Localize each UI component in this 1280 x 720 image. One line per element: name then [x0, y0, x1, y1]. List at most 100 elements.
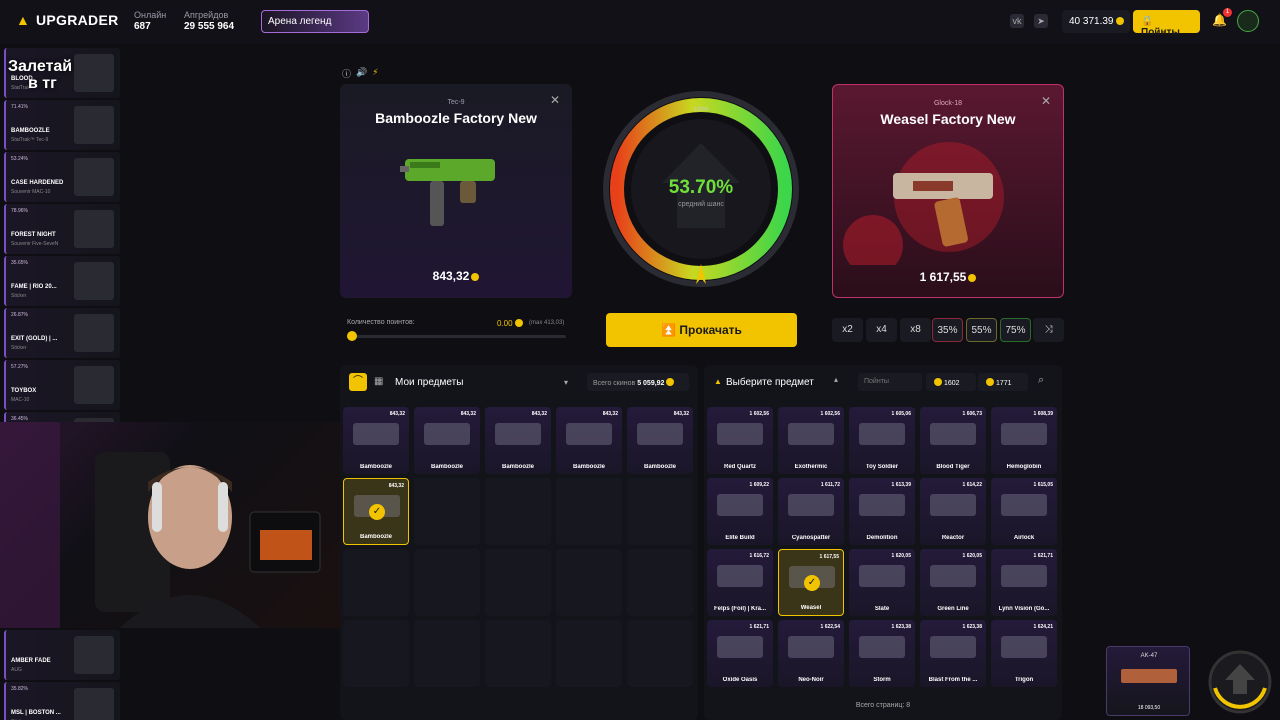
item-cell[interactable]: 1 620,05 Green Line — [920, 549, 986, 616]
item-cell[interactable]: 1 623,38 Storm — [849, 620, 915, 687]
item-cell[interactable] — [414, 620, 480, 687]
my-items-total: Всего скинов 5 059,92 — [587, 373, 689, 391]
avatar[interactable] — [1237, 10, 1259, 32]
sidebar-item[interactable]: 53.24% CASE HARDENED Souvenir MAC-10 — [4, 152, 120, 202]
balance: 40 371.39 — [1062, 10, 1130, 33]
item-cell[interactable] — [414, 478, 480, 545]
item-image — [1001, 636, 1047, 658]
item-cell[interactable]: 843,32 Bamboozle — [556, 407, 622, 474]
item-cell[interactable]: 1 620,05 Slate — [849, 549, 915, 616]
item-cell[interactable]: 1 605,06 Toy Soldier — [849, 407, 915, 474]
target-item-card[interactable]: ✕ Glock-18 Weasel Factory New 1 617,55 — [832, 84, 1064, 298]
multiplier-button[interactable]: x4 — [866, 318, 897, 342]
coin-icon — [1115, 17, 1124, 25]
item-image — [424, 423, 470, 445]
item-cell[interactable] — [556, 478, 622, 545]
item-cell[interactable] — [343, 620, 409, 687]
multiplier-button[interactable]: x2 — [832, 318, 863, 342]
tec9-image — [400, 159, 495, 226]
box-filter-icon[interactable]: ▦ — [374, 376, 383, 387]
sidebar-item-percent: 35.65% — [11, 260, 28, 266]
points-button[interactable]: 🔒 Пойнты — [1133, 10, 1200, 38]
item-cell[interactable]: 843,32 Bamboozle — [414, 407, 480, 474]
min-price-input[interactable]: 1602 — [926, 373, 976, 391]
multiplier-button[interactable]: x8 — [900, 318, 931, 342]
item-cell[interactable]: 1 615,05 Airlock — [991, 478, 1057, 545]
item-cell[interactable]: 1 608,39 Hemoglobin — [991, 407, 1057, 474]
item-cell[interactable] — [485, 549, 551, 616]
item-cell[interactable] — [627, 549, 693, 616]
item-cell[interactable] — [627, 478, 693, 545]
item-name: Toy Soldier — [865, 464, 899, 470]
item-image — [859, 494, 905, 516]
item-cell[interactable] — [343, 549, 409, 616]
item-cell[interactable] — [485, 620, 551, 687]
item-cell[interactable]: 1 621,71 Oxide Oasis — [707, 620, 773, 687]
source-item-card[interactable]: ✕ Tec-9 Bamboozle Factory New 843,32 — [340, 84, 572, 298]
item-cell[interactable]: 1 611,72 Cyanospatter — [778, 478, 844, 545]
item-cell[interactable]: 1 609,22 Elite Build — [707, 478, 773, 545]
item-cell[interactable]: 843,32 Bamboozle — [343, 407, 409, 474]
sidebar-item-percent: 71.41% — [11, 104, 28, 110]
search-icon[interactable]: ⌕ — [1038, 374, 1044, 387]
sound-icon[interactable]: 🔊 — [356, 67, 367, 80]
item-cell[interactable]: 1 616,72 Felps (Foil) | Kra... — [707, 549, 773, 616]
item-name: Hemoglobin — [1006, 464, 1042, 470]
source-item-title: Bamboozle Factory New — [375, 110, 537, 126]
item-cell[interactable]: 843,32 Bamboozle ✓ — [343, 478, 409, 545]
total-label: Всего скинов — [593, 380, 636, 387]
points-slider-handle[interactable] — [347, 331, 357, 341]
sort-icon[interactable]: ▾ — [564, 378, 568, 387]
item-cell[interactable]: 1 623,38 Blast From the ... — [920, 620, 986, 687]
item-cell[interactable]: 1 602,56 Exothermic — [778, 407, 844, 474]
weapon-filter-icon[interactable]: ⌒ — [349, 373, 367, 391]
info-icon[interactable]: ⓘ — [342, 67, 351, 80]
item-cell[interactable] — [556, 620, 622, 687]
item-cell[interactable]: 1 614,22 Reactor — [920, 478, 986, 545]
item-cell[interactable] — [627, 620, 693, 687]
points-slider-track[interactable] — [348, 335, 566, 338]
sort-icon[interactable]: ▴ — [834, 375, 838, 384]
item-cell[interactable]: 1 602,56 Red Quartz — [707, 407, 773, 474]
sidebar-item[interactable]: 35.82%MSL | BOSTON ...Sticker — [4, 682, 120, 720]
sidebar-item-percent: 26.87% — [11, 312, 28, 318]
online-stat: Онлайн 687 — [134, 9, 166, 33]
item-cell[interactable]: 843,32 Bamboozle — [485, 407, 551, 474]
shuffle-button[interactable]: ⤨ — [1033, 318, 1064, 342]
item-cell[interactable]: 1 606,73 Blood Tiger — [920, 407, 986, 474]
mini-item-card[interactable]: AK-47 18 093,50 — [1106, 646, 1190, 716]
max-price-input[interactable]: 1771 — [978, 373, 1028, 391]
item-cell[interactable]: 1 613,39 Demolition — [849, 478, 915, 545]
item-cell[interactable] — [556, 549, 622, 616]
sidebar-item[interactable]: 57.27% TOYBOX MAC-10 — [4, 360, 120, 410]
item-cell[interactable] — [414, 549, 480, 616]
sidebar-item-sub: Sticker — [11, 345, 27, 351]
item-price: 1 609,22 — [749, 482, 769, 488]
upgrade-widget-icon[interactable] — [1205, 648, 1275, 716]
sidebar-item-percent: 78.96% — [11, 208, 28, 214]
check-icon: ✓ — [369, 504, 385, 520]
upgrade-button[interactable]: ⏫ Прокачать — [606, 313, 797, 347]
multiplier-button[interactable]: 75% — [1000, 318, 1031, 342]
sidebar-item[interactable]: 26.87% EXIT (GOLD) | ... Sticker — [4, 308, 120, 358]
chance-gauge: 100% 53.70% средний шанс — [603, 91, 799, 287]
item-cell[interactable]: 1 621,71 Lynn Vision (Go... — [991, 549, 1057, 616]
item-cell[interactable]: 1 617,55 Weasel ✓ — [778, 549, 844, 616]
vk-icon[interactable]: vk — [1010, 14, 1024, 28]
brand-logo[interactable]: ▲ UPGRADER — [16, 12, 119, 28]
coin-icon — [968, 274, 977, 282]
sidebar-item[interactable]: 78.96% FOREST NIGHT Souvenir Five-SeveN — [4, 204, 120, 254]
points-search-input[interactable]: Пойнты — [858, 373, 922, 391]
item-cell[interactable]: 843,32 Bamboozle — [627, 407, 693, 474]
multiplier-button[interactable]: 55% — [966, 318, 997, 342]
multiplier-button[interactable]: 35% — [932, 318, 963, 342]
item-cell[interactable]: 1 622,54 Neo-Noir — [778, 620, 844, 687]
sidebar-item[interactable]: 35.65% FAME | RIO 20... Sticker — [4, 256, 120, 306]
sidebar-item[interactable]: 71.41% BAMBOOZLE StatTrak™ Tec-9 — [4, 100, 120, 150]
lightning-icon[interactable]: ⚡ — [372, 67, 378, 80]
arena-button[interactable]: Арена легенд — [261, 10, 369, 33]
sidebar-item[interactable]: AMBER FADE AUG — [4, 630, 120, 680]
item-cell[interactable]: 1 624,21 Trigon — [991, 620, 1057, 687]
item-cell[interactable] — [485, 478, 551, 545]
telegram-icon[interactable]: ➤ — [1034, 14, 1048, 28]
